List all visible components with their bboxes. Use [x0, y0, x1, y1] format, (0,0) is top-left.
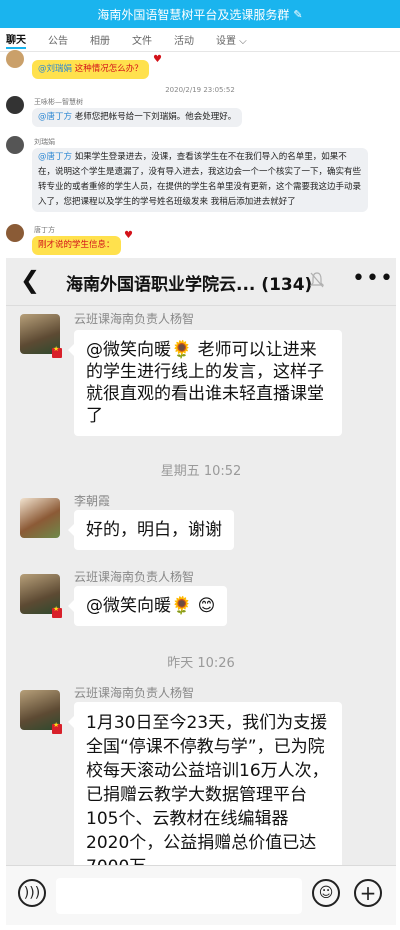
message-bubble: @微笑向暖🌻 老师可以让进来的学生进行线上的发言，这样子就很直观的看出谁未轻直播… [68, 330, 342, 436]
wechat-screenshot: ❮ 海南外国语职业学院云... (134) ••• 云班课海南负责人杨智 @微笑… [6, 258, 396, 925]
message-input[interactable] [56, 878, 302, 914]
message-timestamp: 2020/2/19 23:05:52 [165, 86, 235, 94]
tab-chat[interactable]: 聊天 [6, 31, 26, 49]
message-bubble: 好的，明白，谢谢 [68, 510, 234, 550]
avatar[interactable] [20, 498, 60, 538]
sender-name: 云班课海南负责人杨智 [74, 686, 195, 700]
mute-bell-icon [310, 272, 324, 288]
edit-icon[interactable]: ✎ [293, 8, 302, 21]
message-bubble: @唐丁方 老师您把帐号给一下刘瑞娟。他会处理好。 [32, 108, 243, 127]
heart-icon: ♥ [153, 54, 162, 65]
chat-timestamp: 昨天 10:26 [167, 656, 235, 671]
avatar[interactable] [6, 136, 24, 154]
member-count: (134) [261, 275, 313, 295]
more-icon[interactable]: ••• [352, 266, 394, 291]
flag-icon [52, 345, 62, 358]
chat-title: 海南外国语职业学院云... (134) [66, 275, 313, 295]
avatar[interactable] [6, 96, 24, 114]
sender-name: 刘瑞娟 [34, 138, 55, 146]
sender-name: 云班课海南负责人杨智 [74, 312, 195, 326]
group-title-bar: 海南外国语智慧树平台及选课服务群 ✎ [0, 0, 400, 28]
avatar[interactable] [6, 224, 24, 242]
flag-icon [52, 605, 62, 618]
avatar[interactable] [6, 50, 24, 68]
group-tabs: 聊天 公告 相册 文件 活动 设置 ⌵ [0, 28, 400, 52]
sender-name: 云班课海南负责人杨智 [74, 570, 195, 584]
voice-icon[interactable]: ))) [18, 879, 46, 907]
tab-files[interactable]: 文件 [132, 32, 152, 47]
plus-icon[interactable]: + [354, 879, 382, 907]
tab-announcement[interactable]: 公告 [48, 32, 68, 47]
message-bubble: 1月30日至今23天，我们为支援全国“停课不停教与学”，已为院校每天滚动公益培训… [68, 702, 342, 888]
sender-name: 王咏彬—智慧树 [34, 98, 83, 106]
message-bubble: 刚才说的学生信息： [32, 236, 121, 255]
emoji-icon[interactable]: ☺ [312, 879, 340, 907]
heart-icon: ♥ [124, 230, 133, 241]
message-bubble: @刘瑞娟 这种情况怎么办？ [32, 60, 149, 79]
group-title: 海南外国语智慧树平台及选课服务群 [97, 7, 290, 22]
message-input-bar: ))) ☺ + [6, 865, 396, 925]
chat-timestamp: 星期五 10:52 [160, 464, 242, 479]
message-bubble: @唐丁方 如果学生登录进去，没课，查看该学生在不在我们导入的名单里，如果不在，说… [32, 148, 368, 212]
tab-album[interactable]: 相册 [90, 32, 110, 47]
back-arrow-icon[interactable]: ❮ [20, 266, 40, 294]
qq-message-list: @刘瑞娟 这种情况怎么办？ ♥ 2020/2/19 23:05:52 王咏彬—智… [0, 50, 400, 258]
sender-name: 李朝霞 [74, 494, 111, 508]
sender-name: 唐丁方 [34, 226, 55, 234]
tab-activity[interactable]: 活动 [174, 32, 194, 47]
wechat-header: ❮ 海南外国语职业学院云... (134) ••• [6, 258, 396, 306]
flag-icon [52, 721, 62, 734]
message-bubble: @微笑向暖🌻 😊 [67, 586, 228, 626]
tab-settings[interactable]: 设置 ⌵ [216, 32, 247, 47]
